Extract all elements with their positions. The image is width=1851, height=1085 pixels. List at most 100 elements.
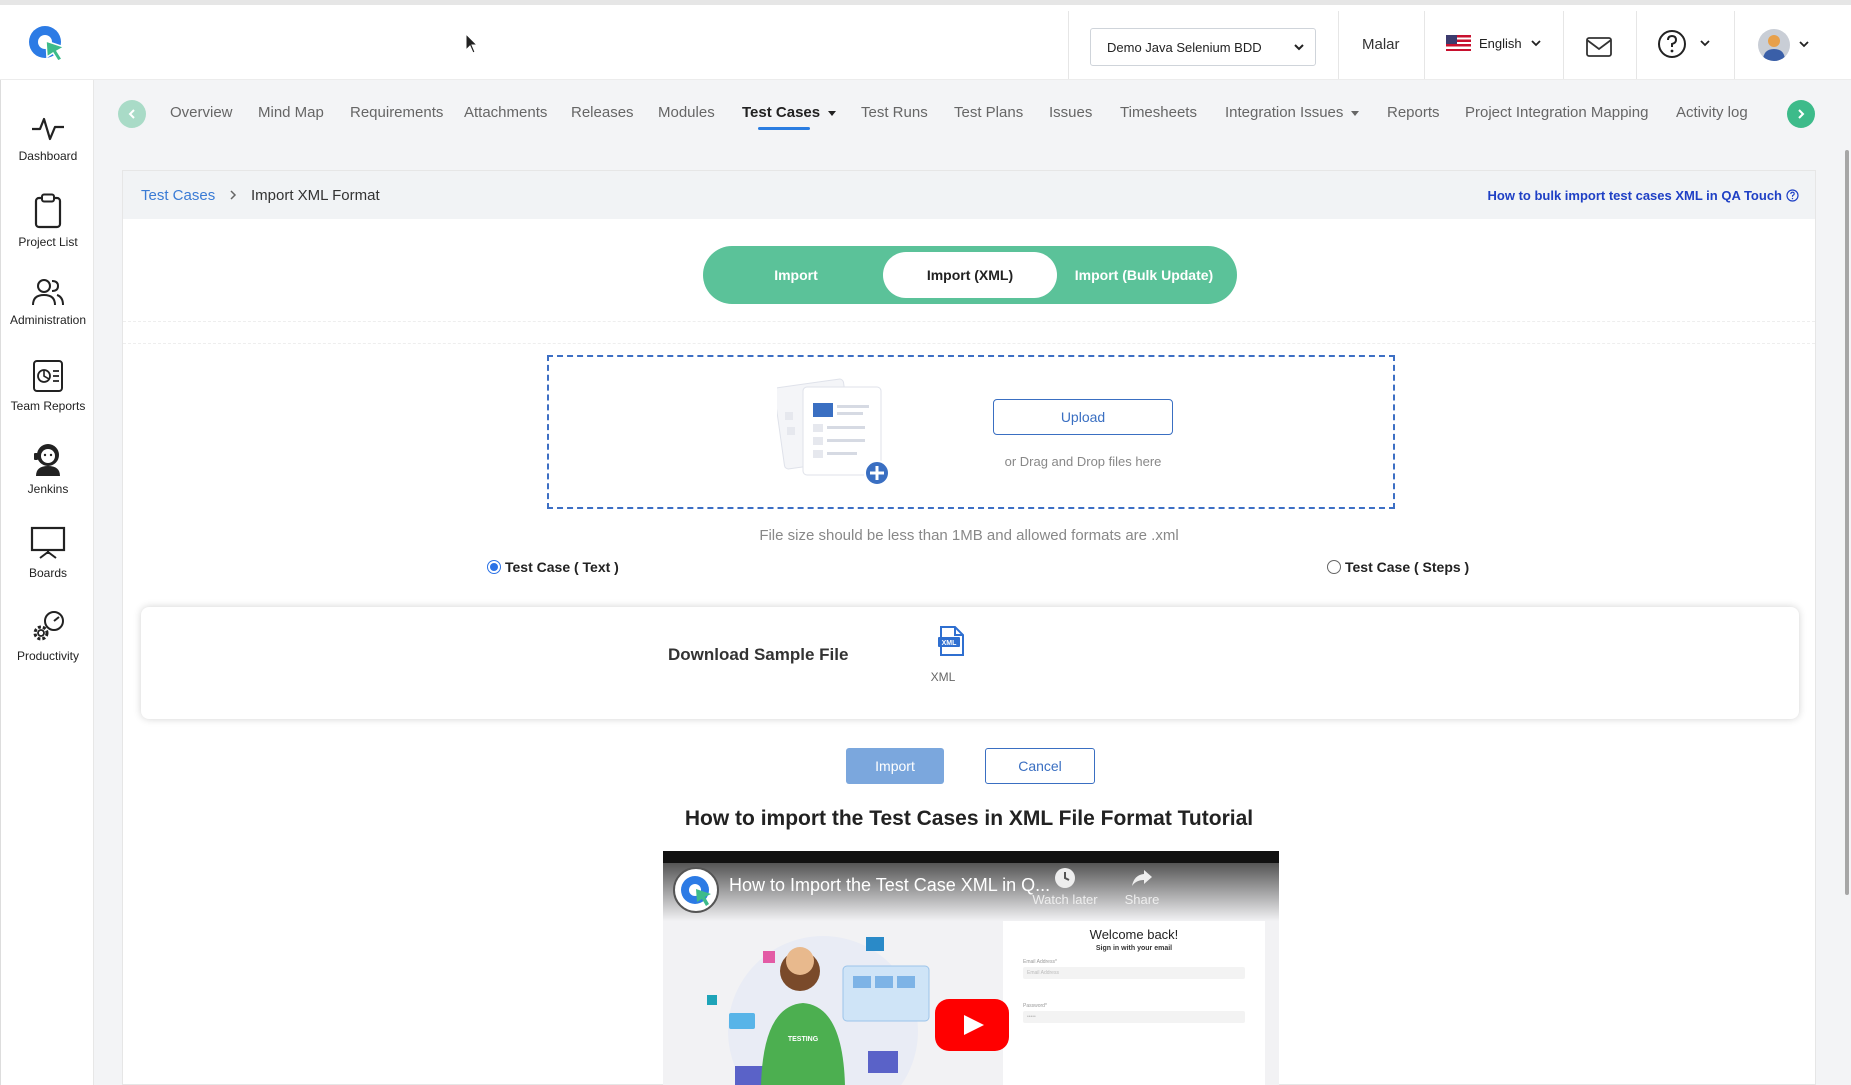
tabs-scroll-left-button[interactable] <box>118 100 146 128</box>
app-logo[interactable] <box>26 21 68 63</box>
radio-button-checked[interactable] <box>487 560 501 574</box>
sidebar-item-label: Administration <box>9 313 87 327</box>
tab-overview[interactable]: Overview <box>170 104 233 121</box>
chevron-down-icon[interactable] <box>1699 37 1711 49</box>
tab-attachments[interactable]: Attachments <box>464 104 547 121</box>
chevron-right-icon <box>1798 109 1805 119</box>
sidebar-item-label: Boards <box>28 566 68 580</box>
import-mode-bulk-update[interactable]: Import (Bulk Update) <box>1057 252 1231 298</box>
header-divider <box>1563 11 1564 79</box>
header-divider <box>1338 11 1339 79</box>
language-label: English <box>1479 35 1522 51</box>
share-button[interactable]: Share <box>1102 867 1182 907</box>
file-upload-illustration-icon <box>777 378 890 486</box>
download-sample-label: Download Sample File <box>668 645 849 664</box>
radio-button[interactable] <box>1327 560 1341 574</box>
sidebar-item-dashboard[interactable]: Dashboard <box>1 113 95 163</box>
board-icon <box>30 526 66 559</box>
sidebar-item-team-reports[interactable]: Team Reports <box>1 359 95 413</box>
clipboard-icon <box>34 193 62 229</box>
sidebar-item-project-list[interactable]: Project List <box>1 193 95 249</box>
breadcrumb: Test Cases Import XML Format How to bulk… <box>123 171 1815 219</box>
mail-icon[interactable] <box>1586 37 1612 57</box>
tab-requirements[interactable]: Requirements <box>350 104 443 121</box>
tutorial-title: How to import the Test Cases in XML File… <box>684 807 1254 830</box>
sidebar-item-label: Project List <box>18 235 78 249</box>
tab-label: Integration Issues <box>1225 104 1344 121</box>
xml-download-label[interactable]: XML <box>921 670 965 684</box>
help-icon[interactable] <box>1657 29 1687 59</box>
upload-button[interactable]: Upload <box>993 399 1173 435</box>
sidebar-item-administration[interactable]: Administration <box>1 277 95 327</box>
video-login-preview: Welcome back! Sign in with your email Em… <box>1003 921 1265 1085</box>
chevron-down-icon <box>1294 44 1304 51</box>
sidebar-item-label: Jenkins <box>27 482 69 496</box>
tab-issues[interactable]: Issues <box>1049 104 1092 121</box>
page-scrollbar[interactable] <box>1845 150 1849 895</box>
tab-test-runs[interactable]: Test Runs <box>861 104 928 121</box>
email-field: Email Address <box>1023 967 1245 979</box>
radio-test-case-steps[interactable]: Test Case ( Steps ) <box>1327 559 1469 575</box>
file-size-hint: File size should be less than 1MB and al… <box>759 527 1179 544</box>
youtube-play-button[interactable] <box>935 999 1009 1051</box>
sidebar-item-productivity[interactable]: Productivity <box>1 609 95 663</box>
mouse-cursor-icon <box>465 33 479 54</box>
video-title[interactable]: How to Import the Test Case XML in Q... <box>729 875 1050 896</box>
file-dropzone[interactable]: Upload or Drag and Drop files here <box>547 355 1395 509</box>
tab-reports[interactable]: Reports <box>1387 104 1440 121</box>
password-field: ••••• <box>1023 1011 1245 1023</box>
activity-icon <box>32 117 64 141</box>
chevron-left-icon <box>128 109 135 119</box>
module-tabs: Overview Mind Map Requirements Attachmen… <box>95 80 1851 148</box>
import-button[interactable]: Import <box>846 748 944 784</box>
header-divider <box>1068 11 1069 79</box>
tab-integration-issues[interactable]: Integration Issues <box>1225 104 1360 121</box>
tutorial-video[interactable]: TESTING How to Import the Test Case XML … <box>663 851 1279 1085</box>
breadcrumb-current: Import XML Format <box>251 187 380 204</box>
project-select-value: Demo Java Selenium BDD <box>1107 39 1262 55</box>
tab-project-integration-mapping[interactable]: Project Integration Mapping <box>1465 104 1648 121</box>
sidebar-item-label: Dashboard <box>18 149 78 163</box>
tab-releases[interactable]: Releases <box>571 104 634 121</box>
xml-icon-text: XML <box>942 640 958 647</box>
tabs-scroll-right-button[interactable] <box>1787 100 1815 128</box>
top-header: Demo Java Selenium BDD Malar English <box>0 0 1851 80</box>
radio-test-case-text[interactable]: Test Case ( Text ) <box>487 559 619 575</box>
import-mode-toggle: Import Import (XML) Import (Bulk Update) <box>703 246 1237 304</box>
chevron-down-icon[interactable] <box>1798 38 1810 50</box>
tab-modules[interactable]: Modules <box>658 104 715 121</box>
import-mode-xml[interactable]: Import (XML) <box>883 252 1057 298</box>
tab-timesheets[interactable]: Timesheets <box>1120 104 1197 121</box>
sidebar-item-jenkins[interactable]: Jenkins <box>1 442 95 496</box>
help-link[interactable]: How to bulk import test cases XML in QA … <box>1488 188 1799 203</box>
sidebar-item-boards[interactable]: Boards <box>1 526 95 580</box>
report-icon <box>33 360 63 392</box>
channel-logo-icon <box>681 876 711 906</box>
video-top-bar <box>663 851 1279 863</box>
watch-later-button[interactable]: Watch later <box>1025 867 1105 907</box>
project-select[interactable]: Demo Java Selenium BDD <box>1090 28 1316 66</box>
cancel-button[interactable]: Cancel <box>985 748 1095 784</box>
sidebar-item-label: Productivity <box>16 649 80 663</box>
tab-activity-log[interactable]: Activity log <box>1676 104 1748 121</box>
user-name[interactable]: Malar <box>1362 36 1400 53</box>
avatar[interactable] <box>1758 29 1790 61</box>
clock-icon <box>1055 868 1075 888</box>
drag-drop-text: or Drag and Drop files here <box>1004 454 1162 469</box>
chevron-right-icon <box>230 190 237 200</box>
tab-mind-map[interactable]: Mind Map <box>258 104 324 121</box>
us-flag-icon <box>1446 35 1471 51</box>
breadcrumb-test-cases-link[interactable]: Test Cases <box>141 187 215 204</box>
tab-test-plans[interactable]: Test Plans <box>954 104 1023 121</box>
xml-file-icon[interactable]: XML <box>937 625 965 657</box>
chevron-down-icon <box>1531 40 1541 47</box>
import-mode-import[interactable]: Import <box>709 252 883 298</box>
import-card: Test Cases Import XML Format How to bulk… <box>122 170 1816 1085</box>
users-icon <box>32 279 64 306</box>
radio-label: Test Case ( Text ) <box>505 559 619 575</box>
channel-logo[interactable] <box>673 867 719 913</box>
language-selector[interactable]: English <box>1446 35 1542 51</box>
tab-test-cases[interactable]: Test Cases <box>742 104 837 130</box>
email-field-label: Email Address* <box>1023 959 1057 965</box>
gears-icon <box>33 611 64 641</box>
